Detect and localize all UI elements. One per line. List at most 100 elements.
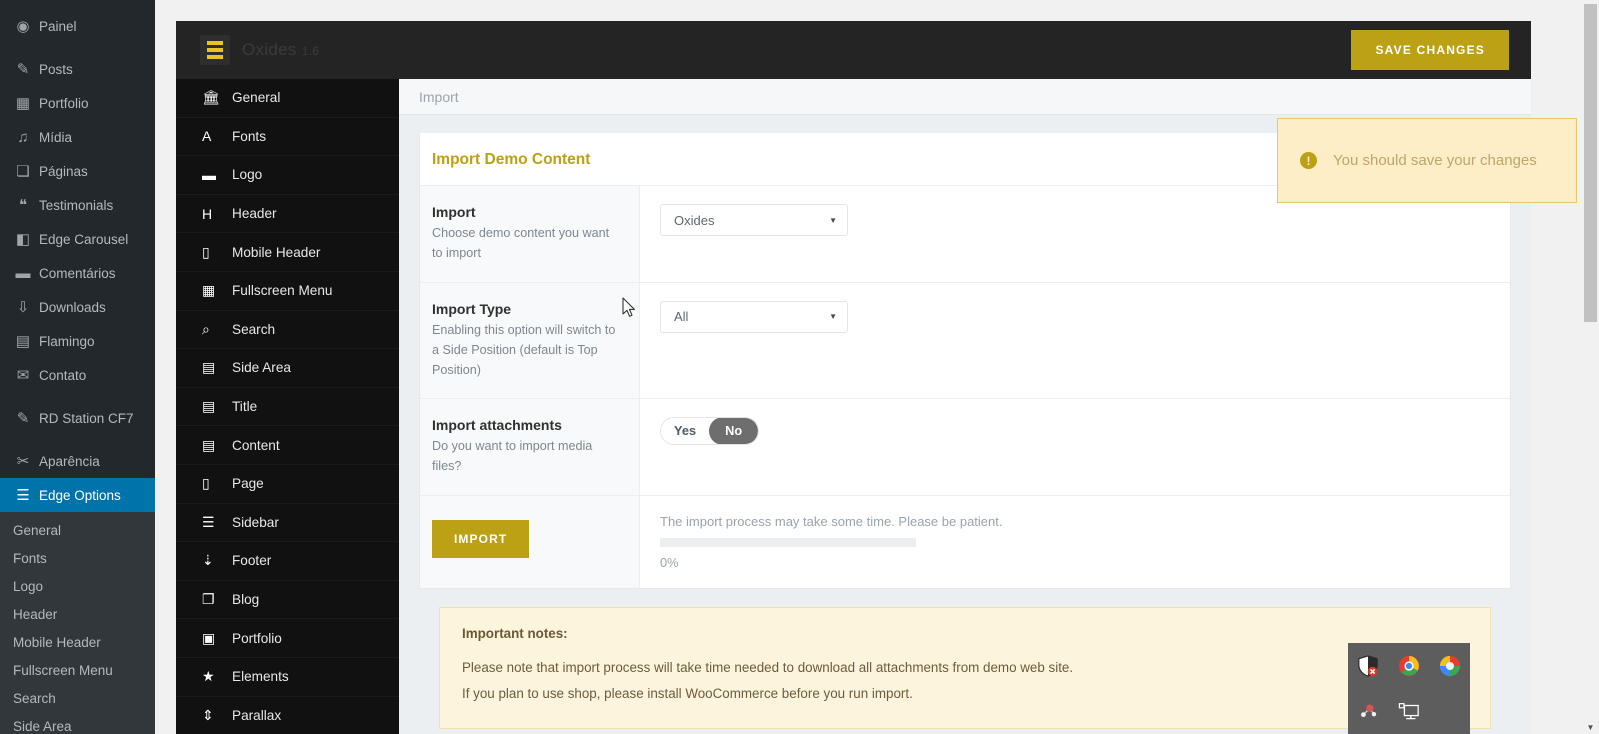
save-notice: ! You should save your changes [1277, 118, 1577, 203]
contacts-icon: ▤ [15, 332, 31, 350]
edge-nav-item-side-area[interactable]: ▤ Side Area [176, 349, 399, 388]
edge-nav-item-header[interactable]: H Header [176, 195, 399, 234]
edge-nav-item-blog[interactable]: ❐ Blog [176, 581, 399, 620]
field-label-import-attachments: Import attachments Do you want to import… [420, 399, 640, 496]
toggle-option-yes[interactable]: Yes [661, 418, 709, 444]
firefox-icon[interactable] [1439, 655, 1461, 677]
pin-icon: ✎ [16, 409, 30, 427]
remote-desktop-icon[interactable] [1398, 700, 1420, 722]
sidebar-item-edge-carousel[interactable]: ◧ Edge Carousel [0, 222, 155, 256]
field-row-import-attachments: Import attachments Do you want to import… [420, 399, 1510, 497]
sidebar-item-apar-ncia[interactable]: ✂ Aparência [0, 444, 155, 478]
save-changes-button[interactable]: SAVE CHANGES [1351, 30, 1509, 70]
submenu-item-search[interactable]: Search [0, 684, 155, 712]
save-notice-text: You should save your changes [1333, 152, 1537, 169]
exclamation-icon: ! [1300, 152, 1317, 169]
brand-title: Oxides 1.6 [242, 40, 320, 59]
edge-nav-item-logo[interactable]: ▬ Logo [176, 156, 399, 195]
edge-nav-item-mobile-header[interactable]: ▯ Mobile Header [176, 233, 399, 272]
sidebar-item-label: Mídia [39, 129, 73, 145]
edge-nav-item-sidebar[interactable]: ☰ Sidebar [176, 504, 399, 543]
import-type-select-value: All [674, 309, 689, 325]
edge-nav-item-parallax[interactable]: ⇕ Parallax [176, 697, 399, 734]
sidebar-item-m-dia[interactable]: ♫ Mídia [0, 120, 155, 154]
sidebar-item-flamingo[interactable]: ▤ Flamingo [0, 324, 155, 358]
sidebar-item-label: Painel [39, 18, 77, 34]
sidebar-item-painel[interactable]: ◉ Painel [0, 9, 155, 43]
toggle-option-no[interactable]: No [709, 418, 759, 445]
submenu-item-fonts[interactable]: Fonts [0, 544, 155, 572]
edge-nav-item-content[interactable]: ▤ Content [176, 426, 399, 465]
grid-icon: ▦ [202, 282, 216, 299]
import-button[interactable]: IMPORT [432, 520, 530, 559]
submenu-item-side-area[interactable]: Side Area [0, 712, 155, 734]
edge-nav-item-page[interactable]: ▯ Page [176, 465, 399, 504]
edge-nav-item-fonts[interactable]: A Fonts [176, 118, 399, 157]
comment-icon: ▬ [15, 264, 31, 282]
blog-icon: ❐ [202, 591, 215, 608]
edge-nav-item-label: Side Area [232, 360, 291, 376]
sidebar-item-testimonials[interactable]: ❝ Testimonials [0, 188, 155, 222]
import-progress-cell: The import process may take some time. P… [640, 496, 1510, 588]
molecule-icon[interactable] [1357, 700, 1379, 722]
import-type-select[interactable]: All ▼ [660, 300, 848, 333]
edge-nav-item-label: Page [232, 476, 264, 492]
edge-nav-item-label: Footer [232, 553, 272, 569]
star-icon: ★ [202, 668, 215, 685]
import-action-label-cell: IMPORT [420, 496, 640, 589]
media-icon: ♫ [17, 128, 29, 146]
edge-nav-item-footer[interactable]: ⇣ Footer [176, 542, 399, 581]
chevron-down-icon: ▼ [829, 312, 837, 322]
sidebar-item-p-ginas[interactable]: ❏ Páginas [0, 154, 155, 188]
content-icon: ▤ [202, 436, 216, 453]
sidebar-item-edge-options[interactable]: ☰ Edge Options [0, 478, 155, 512]
windows-defender-icon[interactable] [1357, 654, 1379, 677]
scrollbar-thumb[interactable] [1584, 4, 1597, 322]
edge-nav-item-label: Header [232, 206, 277, 222]
edge-nav-item-label: Parallax [232, 707, 282, 723]
submenu-item-mobile-header[interactable]: Mobile Header [0, 628, 155, 656]
field-row-import-type: Import Type Enabling this option will sw… [420, 282, 1510, 400]
notes-heading: Important notes: [462, 626, 568, 642]
edge-nav-item-general[interactable]: 🏛 General [176, 79, 399, 118]
submenu-item-logo[interactable]: Logo [0, 572, 155, 600]
edge-nav-item-elements[interactable]: ★ Elements [176, 658, 399, 697]
page-scrollbar[interactable]: ▼ [1582, 0, 1599, 734]
sidebar-item-coment-rios[interactable]: ▬ Comentários [0, 256, 155, 290]
edge-nav-item-label: Logo [232, 167, 263, 183]
parallax-icon: ⇕ [202, 706, 214, 723]
submenu-item-fullscreen-menu[interactable]: Fullscreen Menu [0, 656, 155, 684]
tab-import[interactable]: Import [419, 89, 459, 105]
edge-options-icon: ☰ [16, 486, 30, 504]
sidebar-item-label: Edge Options [39, 487, 121, 503]
download-icon: ⇩ [16, 298, 30, 316]
progress-bar [660, 538, 916, 548]
edge-nav-item-title[interactable]: ▤ Title [176, 388, 399, 427]
edge-nav-item-portfolio[interactable]: ▣ Portfolio [176, 619, 399, 658]
mail-icon: ✉ [16, 366, 30, 384]
important-notes-box: Important notes: Please note that import… [439, 607, 1491, 729]
chrome-icon[interactable] [1398, 655, 1420, 677]
brand: Oxides 1.6 [200, 35, 319, 65]
logo-icon: ▬ [202, 166, 216, 183]
sidebar-item-posts[interactable]: ✎ Posts [0, 52, 155, 86]
submenu-item-header[interactable]: Header [0, 600, 155, 628]
edge-nav-item-fullscreen-menu[interactable]: ▦ Fullscreen Menu [176, 272, 399, 311]
quote-icon: ❝ [18, 196, 28, 214]
import-select[interactable]: Oxides ▼ [660, 204, 848, 236]
scroll-down-arrow[interactable]: ▼ [1582, 724, 1599, 732]
import-attachments-toggle[interactable]: Yes No [660, 417, 760, 446]
sidebar-icon: ☰ [202, 513, 215, 530]
page-icon: ▯ [202, 475, 210, 492]
sidebar-item-portfolio[interactable]: ▦ Portfolio [0, 86, 155, 120]
sidebar-item-contato[interactable]: ✉ Contato [0, 358, 155, 392]
progress-note: The import process may take some time. P… [660, 514, 1003, 530]
edge-nav-item-search[interactable]: ⌕ Search [176, 311, 399, 350]
sidebar-item-downloads[interactable]: ⇩ Downloads [0, 290, 155, 324]
field-label-import-type: Import Type Enabling this option will sw… [420, 282, 640, 399]
sidebar-item-rd-station-cf7[interactable]: ✎ RD Station CF7 [0, 401, 155, 435]
field-description: Choose demo content you want to import [432, 226, 610, 260]
submenu-item-general[interactable]: General [0, 516, 155, 544]
